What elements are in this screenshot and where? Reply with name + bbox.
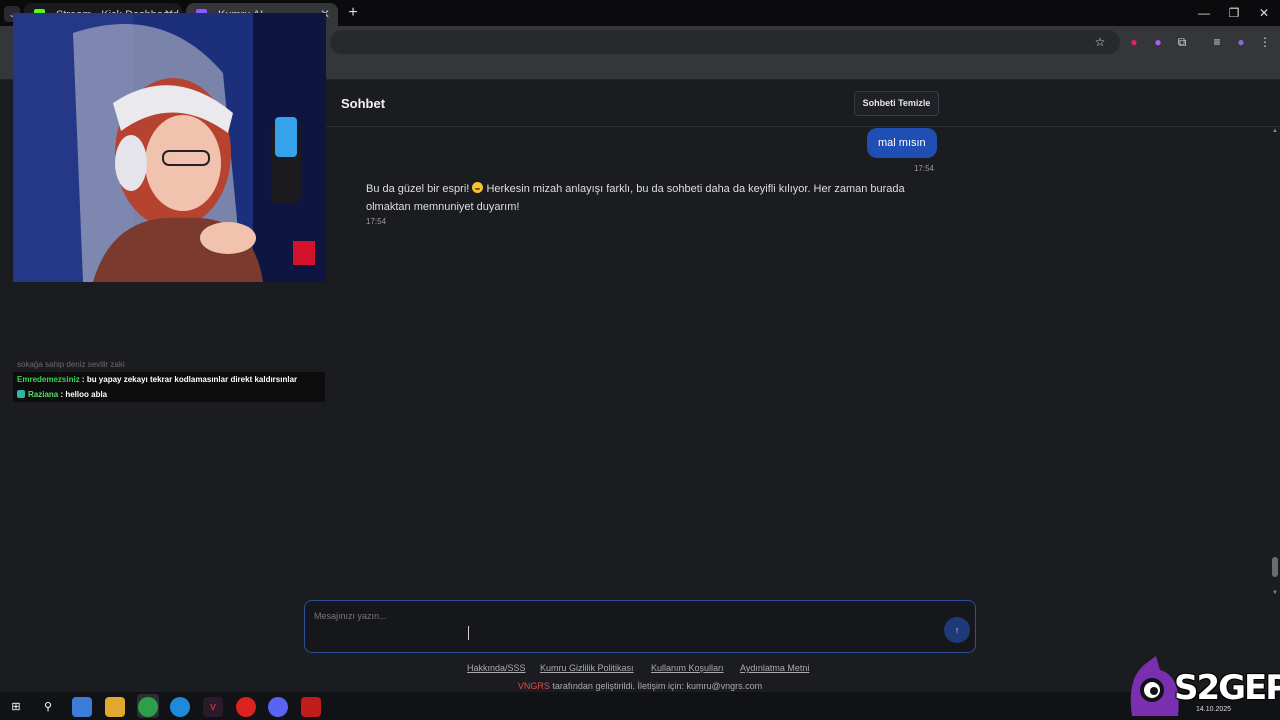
chat-badge-icon xyxy=(17,390,25,398)
restore-button[interactable]: ❐ xyxy=(1222,5,1246,21)
footer-link-privacy[interactable]: Kumru Gizlilik Politikası xyxy=(540,663,634,673)
grinning-face-icon xyxy=(472,182,484,193)
chat-message: Raziana : helloo abla xyxy=(13,387,325,402)
footer-link-disclosure[interactable]: Aydınlatma Metni xyxy=(740,663,809,673)
mouse-text-cursor xyxy=(468,626,474,640)
webcam-overlay xyxy=(13,13,326,282)
chat-text: : helloo abla xyxy=(58,390,108,399)
chat-faded-line: sokağa sahip deniz sevilir zaki xyxy=(17,360,125,369)
browser-menu-icon[interactable]: ⋮ xyxy=(1256,33,1274,51)
edge-icon[interactable] xyxy=(170,697,190,717)
address-bar[interactable] xyxy=(330,30,1120,54)
channel-logo: S2GEPIN xyxy=(1126,656,1280,720)
footer-credit-text: tarafından geliştirildi. İletişim için: … xyxy=(549,681,763,691)
webcam-feed xyxy=(13,13,326,282)
scrollbar-thumb[interactable] xyxy=(1272,557,1278,577)
windows-start-icon[interactable]: ⊞ xyxy=(6,697,26,717)
page-title: Sohbet xyxy=(341,96,386,111)
scroll-up-icon[interactable]: ▲ xyxy=(1271,128,1279,134)
extension-purple-icon[interactable]: ● xyxy=(1149,33,1167,51)
footer-link-terms[interactable]: Kullanım Koşulları xyxy=(651,663,724,673)
chat-username: Raziana xyxy=(28,390,59,399)
chat-username: Emredemezsiniz xyxy=(17,375,80,384)
app-red-icon[interactable] xyxy=(236,697,256,717)
chrome-icon[interactable] xyxy=(138,697,158,717)
assistant-message-time: 17:54 xyxy=(366,217,387,226)
close-window-button[interactable]: ✕ xyxy=(1252,5,1276,21)
windows-taskbar xyxy=(0,692,1280,720)
new-tab-button[interactable]: + xyxy=(344,4,362,22)
copilot-icon[interactable] xyxy=(72,697,92,717)
chat-message: Emredemezsiniz : bu yapay zekayı tekrar … xyxy=(13,372,325,387)
media-control-icon[interactable]: ≡ xyxy=(1208,33,1226,51)
chat-text: : bu yapay zekayı tekrar kodlamasınlar d… xyxy=(79,375,298,384)
minimize-button[interactable]: — xyxy=(1192,5,1216,21)
user-message-time: 17:54 xyxy=(913,164,934,173)
extension-red-icon[interactable]: ● xyxy=(1125,33,1143,51)
app-header xyxy=(326,80,1280,127)
footer-credit: VNGRS tarafından geliştirildi. İletişim … xyxy=(0,681,1280,691)
stream-chat-overlay: sokağa sahip deniz sevilir zaki Emredeme… xyxy=(13,355,325,405)
discord-icon[interactable] xyxy=(268,697,288,717)
channel-logo-text: S2GEPIN xyxy=(1174,668,1280,708)
footer-brand[interactable]: VNGRS xyxy=(518,681,550,691)
bookmark-star-icon[interactable]: ☆ xyxy=(1091,33,1109,51)
user-message-bubble: mal mısın xyxy=(867,128,937,158)
scroll-down-icon[interactable]: ▼ xyxy=(1271,590,1279,596)
assistant-message: Bu da güzel bir espri! Herkesin mizah an… xyxy=(366,180,941,216)
file-explorer-icon[interactable] xyxy=(105,697,125,717)
profile-avatar[interactable]: ● xyxy=(1232,33,1250,51)
extensions-puzzle-icon[interactable]: ⧉ xyxy=(1173,33,1191,51)
app-media-icon[interactable] xyxy=(301,697,321,717)
send-button[interactable]: ↑ xyxy=(944,617,970,643)
message-input[interactable] xyxy=(314,606,934,626)
footer-link-about[interactable]: Hakkında/SSS xyxy=(467,663,526,673)
scrollbar[interactable] xyxy=(1270,127,1280,599)
clear-chat-button[interactable]: Sohbeti Temizle xyxy=(854,91,939,116)
taskbar-search-icon[interactable]: ⚲ xyxy=(38,697,58,717)
assistant-text-part-1: Bu da güzel bir espri! xyxy=(366,183,473,195)
app-v-icon[interactable]: v xyxy=(203,697,223,717)
